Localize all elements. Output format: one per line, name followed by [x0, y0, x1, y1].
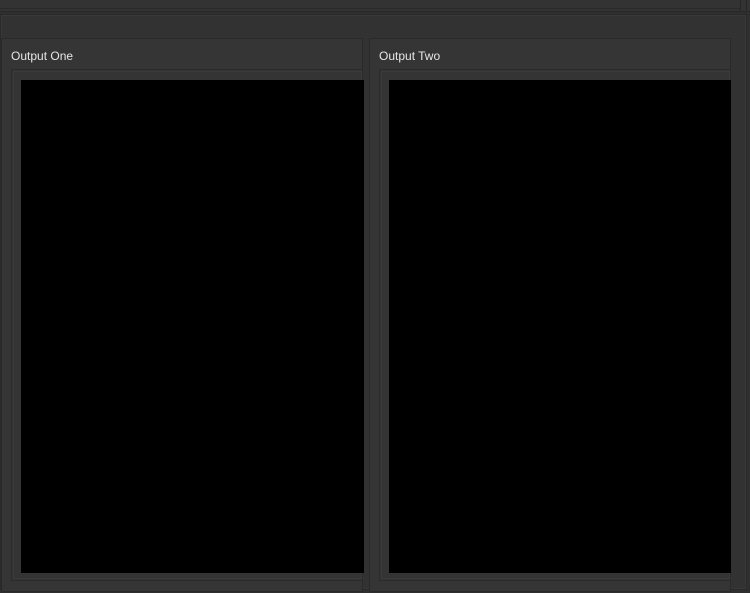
- output-one-viewport[interactable]: [21, 80, 364, 573]
- output-two-panel: Output Two: [369, 38, 731, 592]
- output-one-panel: Output One: [1, 38, 364, 592]
- outputs-container: Output One Output Two: [0, 14, 747, 592]
- output-two-viewport[interactable]: [389, 80, 731, 573]
- top-edge-right: [746, 0, 747, 11]
- top-strip: [0, 0, 750, 12]
- output-two-title: Output Two: [379, 49, 441, 63]
- app-window: Output One Output Two: [0, 0, 750, 593]
- top-edge-left: [740, 0, 741, 11]
- top-divider: [0, 8, 741, 9]
- output-one-title: Output One: [11, 49, 74, 63]
